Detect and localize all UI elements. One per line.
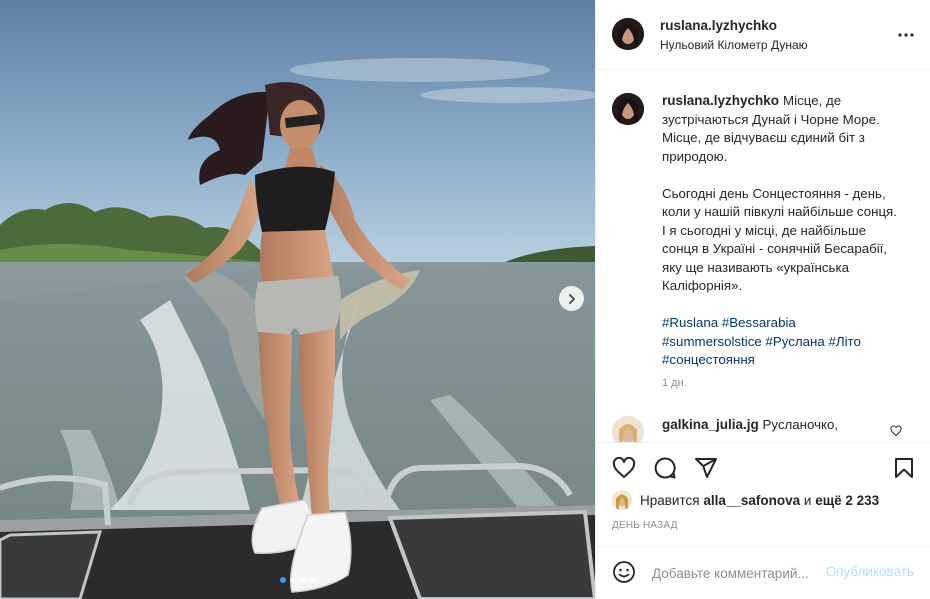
author-avatar[interactable] (612, 18, 644, 50)
author-username[interactable]: ruslana.lyzhychko (660, 18, 777, 33)
carousel-dot (289, 577, 296, 583)
bookmark-icon (895, 458, 913, 478)
like-comment-button[interactable] (890, 424, 902, 442)
carousel-dot (279, 577, 286, 583)
post-header: ruslana.lyzhychko Нульовий Кілометр Дуна… (596, 0, 930, 70)
comment-author[interactable]: galkina_julia.jg (662, 417, 759, 432)
caption-author-avatar[interactable] (612, 93, 644, 125)
commenter-avatar[interactable] (612, 416, 644, 442)
send-icon (695, 458, 717, 478)
comment-item: galkina_julia.jg Русланочко, (662, 416, 892, 434)
like-button[interactable] (611, 455, 637, 481)
comment-text: Русланочко, (762, 417, 839, 432)
emoji-icon (613, 561, 635, 583)
post-location[interactable]: Нульовий Кілометр Дунаю (660, 38, 808, 52)
avatar-image (612, 18, 644, 50)
hashtag-link[interactable]: #Літо (828, 334, 860, 349)
next-slide-button[interactable] (559, 286, 584, 311)
comment-icon (654, 457, 676, 479)
post-caption: ruslana.lyzhychko Місце, де зустрічаються… (662, 92, 898, 370)
post-sidebar: ruslana.lyzhychko Нульовий Кілометр Дуна… (595, 0, 930, 599)
hashtag-link[interactable]: #summersolstice (662, 334, 762, 349)
heart-icon (890, 425, 902, 437)
liker-avatar[interactable] (612, 490, 632, 510)
more-options-button[interactable] (896, 25, 916, 45)
comment-button[interactable] (652, 455, 678, 481)
caption-author[interactable]: ruslana.lyzhychko (662, 93, 779, 108)
post-photo[interactable] (0, 0, 595, 599)
heart-icon (612, 456, 636, 478)
liker-username[interactable]: alla__safonova (703, 493, 800, 508)
carousel-indicator (0, 577, 595, 583)
hashtag-link[interactable]: #Ruslana (662, 315, 718, 330)
caption-time[interactable]: 1 дн. (662, 377, 687, 389)
hashtag-link[interactable]: #Bessarabia (722, 315, 796, 330)
caption-hashtags: #Ruslana #Bessarabia #summersolstice #Ру… (662, 314, 898, 370)
more-horizontal-icon (898, 33, 914, 37)
post-actions (596, 447, 930, 491)
add-comment-bar: Опубликовать (596, 546, 930, 599)
carousel-dot (309, 577, 316, 583)
caption-text-2: Сьогодні день Сонцестояння - день, коли … (662, 185, 897, 294)
carousel-dot (299, 577, 306, 583)
avatar-image (612, 490, 632, 510)
hashtag-link[interactable]: #сонцестояння (662, 352, 755, 367)
post-date[interactable]: ДЕНЬ НАЗАД (612, 520, 678, 531)
photo-image (0, 0, 595, 599)
share-button[interactable] (693, 455, 719, 481)
avatar-image (612, 416, 644, 442)
likes-prefix: Нравится (640, 492, 700, 508)
likes-connector: и (803, 492, 812, 508)
chevron-right-icon (568, 293, 575, 304)
publish-button[interactable]: Опубликовать (826, 564, 914, 579)
emoji-button[interactable] (612, 560, 638, 586)
comment-input[interactable] (652, 561, 822, 585)
likes-summary: Нравится alla__safonova и ещё 2 233 (612, 488, 879, 512)
comments-list[interactable]: ruslana.lyzhychko Місце, де зустрічаються… (596, 71, 930, 443)
avatar-image (612, 93, 644, 125)
hashtag-link[interactable]: #Руслана (765, 334, 824, 349)
save-button[interactable] (891, 455, 917, 481)
likes-others-link[interactable]: ещё 2 233 (815, 493, 879, 508)
